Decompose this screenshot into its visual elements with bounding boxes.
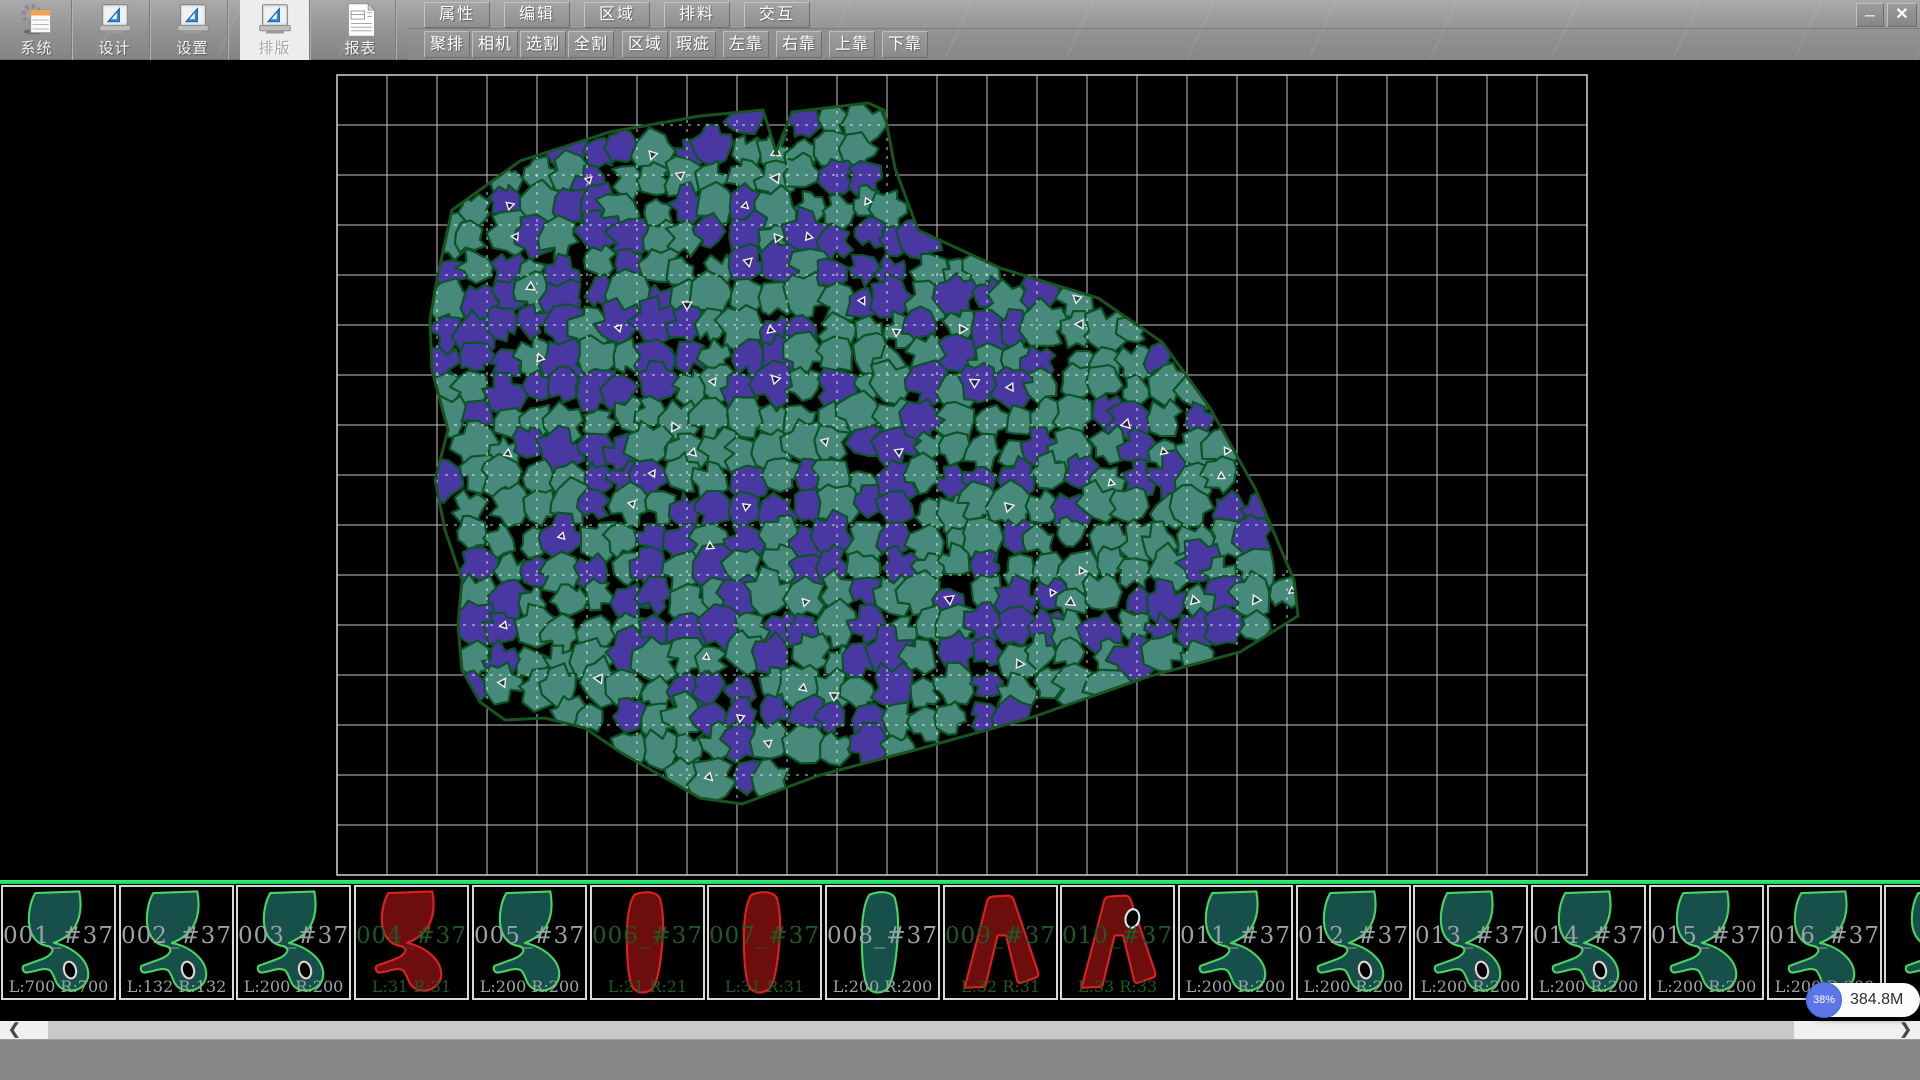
tool-button-snap-left[interactable]: 左靠 [723,31,769,58]
piece-shape-icon [1662,888,1752,998]
percent-indicator: 38% [1806,982,1842,1018]
design-icon [96,2,134,38]
tool-button-snap-right[interactable]: 右靠 [776,31,822,58]
thumbnail-cell-2[interactable]: 002_#37 L:132 R:132 [119,885,234,1000]
thumbnail-cell-10[interactable]: 010_#37 L:33 R:33 [1060,885,1175,1000]
tool-button-snap-bottom[interactable]: 下靠 [882,31,928,58]
app-tab-system[interactable]: 系统 [2,0,72,60]
minimize-button[interactable]: ─ [1856,3,1884,27]
piece-shape-icon [720,888,810,998]
app-tab-design[interactable]: 设计 [80,0,150,60]
tool-button-cut-all[interactable]: 全割 [568,31,614,58]
thumbnail-cell-3[interactable]: 003_#37 L:200 R:200 [236,885,351,1000]
thumbnail-cell-15[interactable]: 015_#37 L:200 R:200 [1649,885,1764,1000]
nesting-icon [256,2,294,38]
piece-shape-icon [1426,888,1516,998]
app-tab-report[interactable]: 报表 [326,0,396,60]
tool-button-cluster-nest[interactable]: 聚排 [424,31,470,58]
scroll-right-arrow-icon[interactable]: ❯ [1872,1021,1920,1039]
piece-shape-icon [838,888,928,998]
piece-shape-icon [1897,888,1920,998]
thumbnail-cell-8[interactable]: 008_#37 L:200 R:200 [825,885,940,1000]
menu-button-edit[interactable]: 编辑 [504,2,570,28]
thumbnail-cell-13[interactable]: 013_#37 L:200 R:200 [1413,885,1528,1000]
tool-button-region[interactable]: 区域 [622,31,668,58]
piece-shape-icon [1309,888,1399,998]
thumbnail-cell-12[interactable]: 012_#37 L:200 R:200 [1296,885,1411,1000]
piece-shape-icon [132,888,222,998]
thumbnail-cell-4[interactable]: 004_#37 L:31 R:31 [354,885,469,1000]
app-tab-label: 系统 [2,37,71,58]
thumbnail-cell-1[interactable]: 001_#37 L:700 R:700 [1,885,116,1000]
tool-button-snap-top[interactable]: 上靠 [829,31,875,58]
menu-button-interact[interactable]: 交互 [744,2,810,28]
thumbnail-cell-14[interactable]: 014_#37 L:200 R:200 [1531,885,1646,1000]
piece-shape-icon [14,888,104,998]
close-button[interactable]: ✕ [1887,3,1917,27]
piece-shape-icon [485,888,575,998]
thumbnail-cell-5[interactable]: 005_#37 L:200 R:200 [472,885,587,1000]
report-icon [342,2,380,38]
nesting-layout-svg [0,60,1920,880]
app-tab-label: 报表 [326,37,395,58]
app-tab-nesting[interactable]: 排版 [240,0,310,60]
menu-button-nesting[interactable]: 排料 [664,2,730,28]
scrollbar-thumb[interactable] [48,1021,1794,1039]
thumbnail-cell-9[interactable]: 009_#37 L:32 R:31 [943,885,1058,1000]
system-icon [18,2,56,38]
memory-size-label: 384.8M [1850,983,1903,1017]
thumbnail-cell-11[interactable]: 011_#37 L:200 R:200 [1178,885,1293,1000]
piece-shape-icon [1073,888,1163,998]
horizontal-scrollbar[interactable]: ❮ ❯ [0,1021,1920,1039]
piece-shape-icon [249,888,339,998]
piece-thumbnail-strip: 001_#37 L:700 R:700 002_#37 L:132 R:132 … [0,884,1920,1003]
status-bar [0,1039,1920,1080]
app-tab-label: 设置 [158,37,227,58]
app-tab-settings[interactable]: 设置 [158,0,228,60]
piece-shape-icon [603,888,693,998]
tool-button-defect[interactable]: 瑕疵 [670,31,716,58]
app-tab-label: 排版 [240,37,309,58]
piece-shape-icon [956,888,1046,998]
menu-button-region[interactable]: 区域 [584,2,650,28]
piece-shape-icon [1191,888,1281,998]
settings-icon [174,2,212,38]
app-tab-label: 设计 [80,37,149,58]
nesting-canvas[interactable] [0,60,1920,880]
tool-button-select-cut[interactable]: 选割 [520,31,566,58]
title-toolbar: 系统 设计 设置 排版 报表 属性编辑区域排料交互 聚排相机选割全割区域瑕疵左靠… [0,0,1920,60]
memory-usage-badge[interactable]: 38% 384.8M [1806,983,1920,1017]
piece-shape-icon [367,888,457,998]
menu-button-properties[interactable]: 属性 [424,2,490,28]
tool-button-camera[interactable]: 相机 [472,31,518,58]
thumbnail-cell-7[interactable]: 007_#37 L:31 R:31 [707,885,822,1000]
piece-shape-icon [1544,888,1634,998]
thumbnail-cell-6[interactable]: 006_#37 L:21 R:21 [590,885,705,1000]
scroll-left-arrow-icon[interactable]: ❮ [0,1021,48,1039]
